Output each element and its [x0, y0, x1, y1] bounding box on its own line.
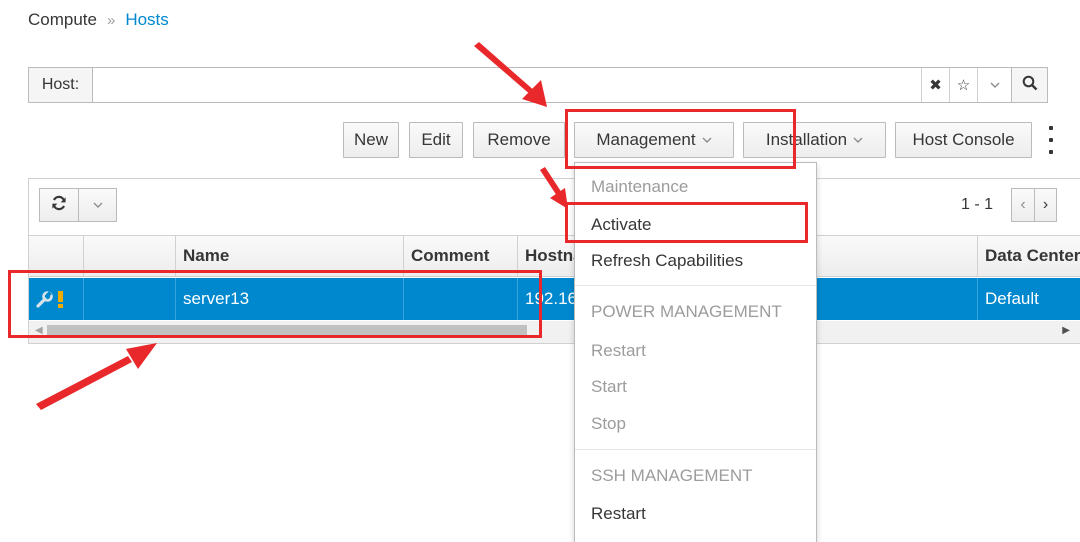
- breadcrumb: Compute » Hosts: [28, 10, 169, 30]
- refresh-icon: [51, 195, 67, 216]
- breadcrumb-compute[interactable]: Compute: [28, 10, 97, 30]
- chevron-right-icon: ›: [1042, 196, 1049, 213]
- menu-item-power-restart: Restart: [591, 341, 646, 360]
- kebab-menu-icon[interactable]: [1046, 126, 1056, 154]
- menu-item-power-start: Start: [591, 377, 627, 396]
- pager: ‹ ›: [1011, 188, 1057, 222]
- menu-header-ssh-management: SSH MANAGEMENT: [591, 466, 753, 485]
- host-console-label: Host Console: [912, 130, 1015, 149]
- pager-range: 1 - 1: [961, 196, 994, 213]
- chevron-left-icon: ‹: [1020, 196, 1026, 213]
- scroll-right-icon[interactable]: ▶: [1062, 325, 1070, 336]
- menu-item-refresh-capabilities[interactable]: Refresh Capabilities: [591, 251, 743, 271]
- search-bar: Host: ✖ ☆: [28, 67, 1048, 103]
- menu-item-power-stop: Stop: [591, 414, 626, 433]
- edit-button[interactable]: Edit: [409, 122, 463, 158]
- next-page-button[interactable]: ›: [1034, 189, 1056, 221]
- search-button[interactable]: [1011, 68, 1047, 102]
- refresh-interval-dropdown[interactable]: [78, 189, 116, 221]
- data-center-cell: Default: [985, 289, 1039, 308]
- new-button[interactable]: New: [343, 122, 399, 158]
- search-icon: [1022, 75, 1038, 96]
- grid-toolbar: 1 - 1 ‹ ›: [29, 179, 1080, 234]
- arrow-to-server-row: [36, 343, 157, 410]
- highlight-activate: [565, 202, 808, 243]
- chevron-down-icon: [853, 133, 863, 147]
- chevron-down-icon: [990, 78, 1000, 92]
- menu-divider: [575, 285, 816, 286]
- column-header-data-center[interactable]: Data Center: [978, 236, 1080, 276]
- breadcrumb-hosts[interactable]: Hosts: [125, 10, 168, 30]
- highlight-server-row: [8, 270, 542, 338]
- clear-search-button[interactable]: ✖: [921, 68, 949, 102]
- search-label: Host:: [29, 68, 93, 102]
- refresh-button[interactable]: [40, 189, 78, 221]
- refresh-group: [39, 188, 117, 222]
- remove-button[interactable]: Remove: [473, 122, 565, 158]
- bookmark-button[interactable]: ☆: [949, 68, 977, 102]
- menu-header-power-management: POWER MANAGEMENT: [591, 302, 782, 321]
- search-dropdown-button[interactable]: [977, 68, 1011, 102]
- host-console-button[interactable]: Host Console: [895, 122, 1032, 158]
- menu-divider: [575, 449, 816, 450]
- menu-item-maintenance: Maintenance: [591, 177, 689, 196]
- previous-page-button[interactable]: ‹: [1012, 189, 1034, 221]
- clear-icon: ✖: [929, 77, 942, 94]
- menu-item-ssh-restart[interactable]: Restart: [591, 504, 646, 524]
- remove-label: Remove: [487, 130, 551, 149]
- chevron-down-icon: [93, 198, 103, 212]
- new-label: New: [353, 130, 388, 149]
- highlight-management: [565, 109, 796, 169]
- breadcrumb-separator: »: [106, 11, 116, 29]
- search-input[interactable]: [93, 68, 921, 102]
- edit-label: Edit: [421, 130, 451, 149]
- star-icon: ☆: [956, 77, 971, 94]
